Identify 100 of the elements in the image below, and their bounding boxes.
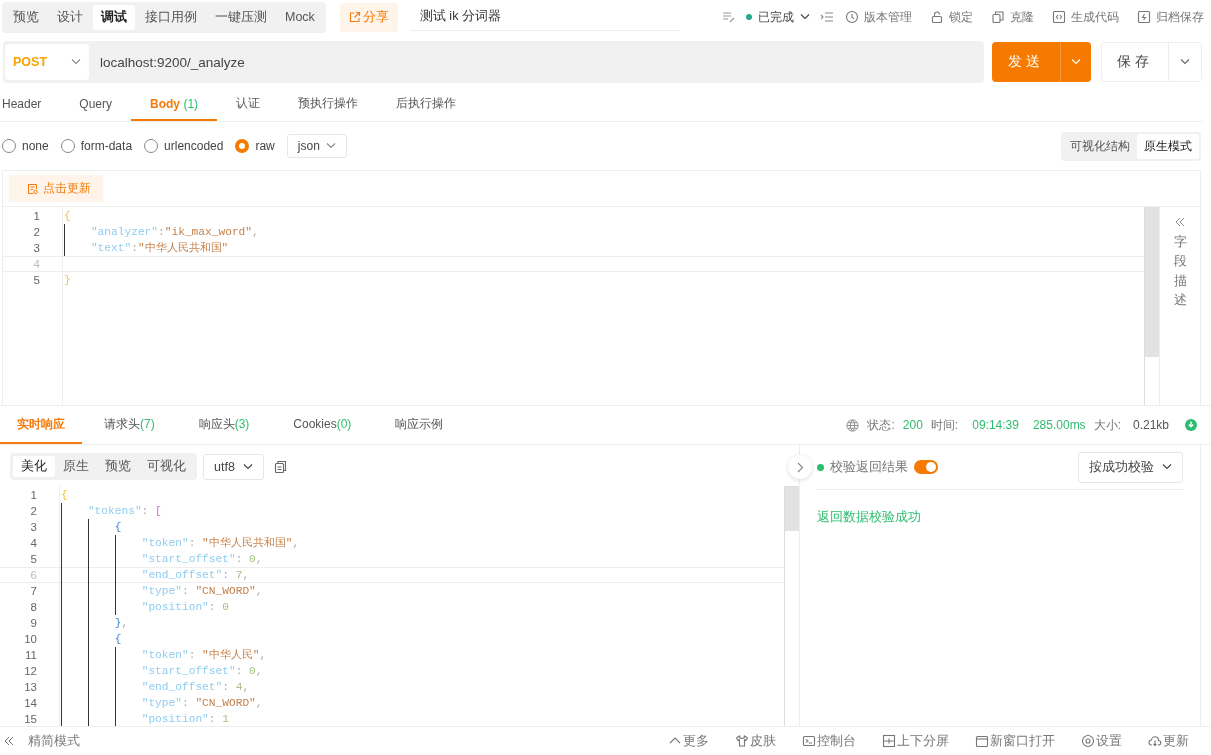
code-line: "end_offset": 7,: [141, 568, 250, 583]
body-type-radio[interactable]: form-data: [60, 139, 145, 153]
body-type-radio[interactable]: urlencoded: [144, 139, 236, 153]
download-icon[interactable]: [1185, 419, 1197, 431]
footer-action[interactable]: 设置: [1081, 732, 1122, 750]
clock-icon: [845, 10, 859, 24]
view-mode-tab[interactable]: 原生模式: [1137, 133, 1199, 159]
chevron-down-icon: [71, 59, 81, 65]
response-tab[interactable]: 请求头(7): [82, 406, 177, 444]
scrollbar[interactable]: [784, 486, 799, 726]
line-number: 13: [23, 680, 37, 695]
field-panel[interactable]: 字段描述: [1159, 207, 1200, 405]
settings-icon: [1081, 734, 1095, 748]
request-tab[interactable]: 后执行操作: [377, 88, 476, 121]
code-line: {: [114, 520, 122, 535]
mode-tab[interactable]: Mock: [277, 4, 323, 30]
footer-action[interactable]: 新窗口打开: [975, 732, 1055, 750]
response-tab[interactable]: 响应示例: [373, 406, 466, 444]
line-number: 4: [29, 536, 37, 551]
request-tab[interactable]: 认证: [217, 88, 280, 121]
chevron-right-icon[interactable]: [788, 455, 812, 479]
toolbar-action[interactable]: 锁定: [923, 8, 980, 26]
footer-action[interactable]: 皮肤: [735, 732, 776, 750]
line-number: 5: [29, 552, 37, 567]
code-icon: [1052, 10, 1066, 24]
line-number: 10: [23, 632, 37, 647]
code-line: {: [64, 209, 71, 224]
code-line: },: [114, 616, 129, 631]
code-line: "text":"中华人民共和国": [90, 241, 229, 256]
response-view-tab[interactable]: 美化: [13, 456, 55, 477]
lock-icon: [930, 10, 944, 24]
response-view-tab[interactable]: 原生: [55, 456, 97, 477]
code-line: "type": "CN_WORD",: [141, 584, 263, 599]
toolbar-action[interactable]: 生成代码: [1045, 8, 1126, 26]
status-label: 状态:: [867, 416, 895, 434]
window-icon: [975, 734, 989, 748]
code-line: {: [61, 488, 68, 503]
chevron-down-icon: [800, 14, 810, 20]
scrollbar[interactable]: [1144, 207, 1159, 405]
request-tab[interactable]: 预执行操作: [279, 88, 378, 121]
chevron-down-icon: [1180, 59, 1190, 65]
line-number: 5: [32, 273, 40, 288]
response-view-tab[interactable]: 可视化: [139, 456, 194, 477]
code-line: {: [114, 632, 122, 647]
mode-tab[interactable]: 设计: [49, 4, 91, 30]
response-view-tab[interactable]: 预览: [97, 456, 139, 477]
line-number: 6: [29, 568, 37, 583]
split-screen-icon: [882, 734, 896, 748]
code-line: "type": "CN_WORD",: [141, 696, 263, 711]
status-dropdown[interactable]: 已完成: [740, 8, 816, 26]
terminal-icon: [802, 734, 816, 748]
size-label: 大小:: [1093, 416, 1121, 434]
compact-mode-button[interactable]: 精简模式: [4, 732, 80, 750]
share-icon: [348, 11, 361, 23]
time-label: 时间:: [930, 416, 959, 434]
double-chevron-left-icon: [1175, 217, 1185, 227]
duration: 285.00ms: [1032, 418, 1086, 432]
validation-toggle[interactable]: [914, 460, 938, 474]
encoding-select[interactable]: utf8: [203, 453, 264, 480]
url-field[interactable]: localhost:9200/_analyze: [100, 54, 245, 70]
mode-tab[interactable]: 接口用例: [137, 4, 205, 30]
toolbar-action[interactable]: 版本管理: [838, 8, 919, 26]
response-tab[interactable]: Cookies(0): [271, 406, 374, 444]
mode-tab[interactable]: 调试: [93, 4, 135, 30]
footer-action[interactable]: 更新: [1148, 732, 1189, 750]
code-line: "start_offset": 0,: [141, 552, 263, 567]
mode-tab[interactable]: 一键压测: [207, 4, 275, 30]
response-size: 0.21kb: [1132, 418, 1169, 432]
chevron-down-icon: [325, 143, 336, 149]
double-chevron-left-icon: [4, 736, 14, 746]
body-type-radio[interactable]: none: [2, 139, 61, 153]
line-number: 3: [32, 241, 40, 256]
line-number: 1: [29, 488, 37, 503]
line-number: 8: [29, 600, 37, 615]
edit-icon: [722, 11, 736, 23]
footer-action[interactable]: 更多: [668, 732, 709, 750]
line-number: 1: [32, 209, 40, 224]
response-tab[interactable]: 响应头(3): [176, 406, 272, 444]
code-line: "analyzer":"ik_max_word",: [90, 225, 259, 240]
request-tab[interactable]: Query: [60, 88, 132, 121]
status-code: 200: [902, 418, 923, 432]
code-line: }: [64, 273, 71, 288]
request-tab[interactable]: Header: [0, 88, 61, 121]
outline-icon: [820, 11, 834, 23]
toolbar-action[interactable]: 归档保存: [1130, 8, 1211, 26]
footer-action[interactable]: 上下分屏: [882, 732, 949, 750]
view-mode-tab[interactable]: 可视化结构: [1063, 133, 1137, 159]
chevron-down-icon: [1071, 59, 1081, 65]
line-number: 14: [23, 696, 37, 711]
line-number: 2: [32, 225, 40, 240]
line-number: 15: [23, 712, 37, 726]
line-number: 4: [32, 257, 40, 272]
mode-tab[interactable]: 预览: [5, 4, 47, 30]
body-type-radio[interactable]: raw: [235, 139, 287, 153]
toolbar-action[interactable]: 克隆: [984, 8, 1041, 26]
validation-mode-select[interactable]: 按成功校验: [1078, 451, 1183, 483]
format-select[interactable]: json: [286, 134, 347, 158]
response-time: 09:14:39: [972, 418, 1019, 432]
footer-action[interactable]: 控制台: [802, 732, 856, 750]
code-line: "position": 1: [141, 712, 229, 726]
